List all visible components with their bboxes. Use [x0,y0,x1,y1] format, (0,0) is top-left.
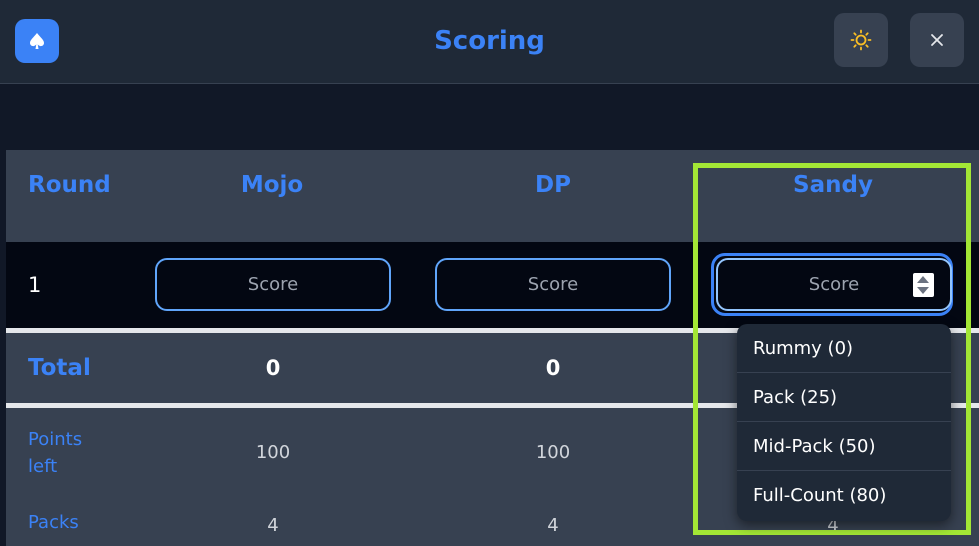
score-input-mojo[interactable] [155,258,391,311]
points-left-label: Points left [28,429,83,477]
page-title: Scoring [434,26,545,56]
option-pack[interactable]: Pack (25) [737,373,951,422]
option-rummy[interactable]: Rummy (0) [737,324,951,373]
close-icon [931,34,943,46]
app-header: Scoring [0,0,979,84]
total-label: Total [28,355,91,381]
option-mid-pack[interactable]: Mid-Pack (50) [737,422,951,471]
header-player-mojo: Mojo [240,172,304,198]
score-input-dp[interactable] [435,258,671,311]
table-header-row: Round Mojo DP Sandy [6,150,979,220]
option-full-count[interactable]: Full-Count (80) [737,471,951,520]
packs-label: Packs [28,512,79,533]
total-mojo: 0 [265,356,281,380]
header-player-dp: DP [535,172,571,198]
points-left-mojo: 100 [255,442,291,463]
number-spinner[interactable] [913,273,934,297]
spinner-up-icon[interactable] [917,276,929,283]
header-round: Round [28,172,111,198]
total-dp: 0 [545,356,561,380]
packs-mojo: 4 [267,515,279,536]
table-row: 1 [6,242,979,328]
close-button[interactable] [910,13,964,67]
spinner-down-icon[interactable] [917,287,929,294]
table-spacer [6,220,979,242]
score-options-dropdown: Rummy (0) Pack (25) Mid-Pack (50) Full-C… [737,324,951,521]
theme-toggle-button[interactable] [834,13,888,67]
packs-dp: 4 [547,515,559,536]
points-left-dp: 100 [535,442,571,463]
round-number: 1 [28,273,42,297]
sun-icon [850,29,872,51]
header-player-sandy: Sandy [793,172,873,198]
